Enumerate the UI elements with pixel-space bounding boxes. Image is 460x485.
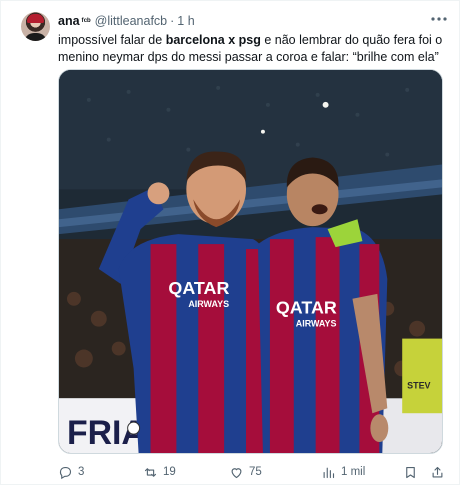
tweet-text-bold: barcelona x psg: [165, 33, 261, 47]
bookmark-icon: [406, 466, 415, 478]
sponsor-right-sub: AIRWAYS: [296, 319, 337, 329]
reply-button[interactable]: 3: [58, 462, 84, 482]
share-icon: [432, 466, 443, 477]
tweet-text-part1: impossível falar de: [58, 33, 166, 47]
tweet-card[interactable]: ana ᶠᶜᵇ @littleanafcb · 1 h impossível f…: [0, 0, 460, 485]
separator: ·: [170, 14, 175, 28]
retweet-count: 19: [163, 466, 176, 478]
sponsor-left: QATAR: [168, 278, 229, 298]
tweet-photo[interactable]: FRIA STEV QATAR AIRWAYS QATAR AIRWAYS: [58, 69, 443, 454]
avatar-cap: [27, 14, 44, 23]
avatar-shirt: [24, 33, 47, 41]
retweet-icon: [144, 467, 157, 477]
retweet-button[interactable]: 19: [143, 462, 176, 482]
steward-text: STEV: [407, 380, 430, 390]
timestamp[interactable]: 1 h: [177, 14, 194, 28]
like-icon: [231, 467, 242, 478]
views-icon: [323, 467, 335, 478]
display-name[interactable]: ana: [58, 14, 80, 28]
tweet-header: ana ᶠᶜᵇ @littleanafcb · 1 h: [58, 13, 195, 29]
tweet-text: impossível falar de barcelona x psg e nã…: [58, 32, 450, 65]
more-icon[interactable]: [429, 11, 449, 27]
sponsor-left-sub: AIRWAYS: [188, 299, 229, 309]
user-handle[interactable]: @littleanafcb: [95, 14, 167, 28]
name-badge: ᶠᶜᵇ: [81, 16, 91, 26]
photo-illustration: FRIA STEV QATAR AIRWAYS QATAR AIRWAYS: [59, 70, 442, 453]
action-bar: 3 19 75 1 mil: [58, 462, 450, 482]
like-count: 75: [249, 466, 262, 478]
bookmark-button[interactable]: [403, 462, 423, 482]
like-button[interactable]: 75: [229, 462, 262, 482]
views-button[interactable]: 1 mil: [321, 462, 365, 482]
sponsor-right: QATAR: [276, 298, 337, 318]
share-button[interactable]: [430, 462, 450, 482]
views-count: 1 mil: [341, 466, 366, 478]
reply-icon: [59, 466, 72, 479]
reply-count: 3: [78, 466, 85, 478]
avatar[interactable]: [21, 12, 50, 41]
